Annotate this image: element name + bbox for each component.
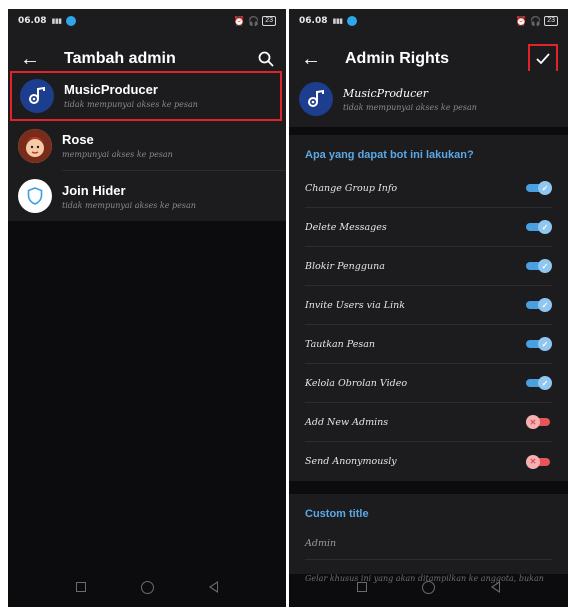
permissions-section: Apa yang dapat bot ini lakukan? Change G… [289,135,568,481]
check-icon: ✓ [538,220,552,234]
status-bar: 06.08 ▮▮▮ ⏰ 🎧 23 [289,9,568,33]
status-bar: 06.08 ▮▮▮ ⏰ 🎧 23 [8,9,286,33]
headphones-icon: 🎧 [529,15,542,26]
permission-label: Tautkan Pesan [305,338,376,350]
permission-toggle[interactable]: ✕ [526,415,552,429]
check-icon: ✓ [538,376,552,390]
permission-label: Send Anonymously [305,456,397,467]
signal-icon: ▮▮▮ [51,18,62,25]
list-item-musicproducer[interactable]: MusicProducer tidak mempunyai akses ke p… [10,71,282,121]
left-screen: 06.08 ▮▮▮ ⏰ 🎧 23 ← Tambah admin MusicPro… [8,9,286,607]
battery-icon: 23 [262,16,276,26]
list-item-rose[interactable]: Rose mempunyai akses ke pesan [8,121,286,171]
custom-title-input[interactable]: Admin [305,528,552,560]
item-name: Join Hider [62,182,126,198]
cross-icon: ✕ [526,454,540,469]
check-icon: ✓ [538,181,552,195]
custom-title-heading: Custom title [305,508,369,520]
item-subtitle: tidak mempunyai akses ke pesan [64,100,198,109]
permission-label: Add New Admins [305,416,389,428]
home-button[interactable] [140,580,154,594]
permission-toggle[interactable]: ✓ [526,259,552,273]
system-nav-bar [289,567,568,607]
alarm-icon: ⏰ [515,15,527,26]
system-nav-bar [8,567,286,607]
check-icon: ✓ [538,337,552,351]
back-arrow-icon[interactable]: ← [289,48,333,71]
shield-icon [18,179,52,213]
permission-label: Change Group Info [305,182,398,194]
rose-avatar-icon [18,129,52,163]
permission-row[interactable]: Invite Users via Link ✓ [305,286,552,325]
check-icon: ✓ [538,298,552,312]
headphones-icon: 🎧 [247,15,260,26]
permission-label: Delete Messages [305,221,387,233]
section-title: Apa yang dapat bot ini lakukan? [305,149,474,161]
item-name: Rose [62,132,94,147]
permission-toggle[interactable]: ✓ [526,298,552,312]
home-button[interactable] [422,580,436,594]
telegram-notification-icon [346,16,357,26]
back-arrow-icon[interactable]: ← [8,48,52,71]
back-button[interactable] [491,581,501,593]
permission-label: Kelola Obrolan Video [305,377,408,389]
music-note-icon [299,82,333,116]
permission-toggle[interactable]: ✓ [526,220,552,234]
music-note-icon [20,79,54,113]
item-name: MusicProducer [64,82,158,97]
permission-toggle[interactable]: ✓ [526,337,552,351]
permission-toggle[interactable]: ✓ [526,376,552,390]
check-icon: ✓ [538,259,552,273]
right-screen: 06.08 ▮▮▮ ⏰ 🎧 23 ← Admin Rights MusicPro… [289,9,568,607]
custom-title-section: Custom title Admin [289,494,568,574]
bot-name: MusicProducer [343,86,429,100]
permission-row[interactable]: Delete Messages ✓ [305,208,552,247]
page-title: Tambah admin [64,50,176,67]
status-time: 06.08 [18,16,47,26]
bot-subtitle: tidak mempunyai akses ke pesan [343,102,477,112]
permission-row[interactable]: Kelola Obrolan Video ✓ [305,364,552,403]
permission-toggle[interactable]: ✕ [526,454,552,469]
recents-button[interactable] [356,582,367,592]
cross-icon: ✕ [526,415,540,429]
battery-icon: 23 [544,16,558,26]
item-subtitle: mempunyai akses ke pesan [62,150,173,159]
confirm-check-icon[interactable] [528,44,558,74]
telegram-notification-icon [65,16,76,26]
permission-row[interactable]: Send Anonymously ✕ [305,442,552,481]
permission-row[interactable]: Blokir Pengguna ✓ [305,247,552,286]
list-item-join-hider[interactable]: Join Hider tidak mempunyai akses ke pesa… [8,171,286,221]
back-button[interactable] [209,581,219,593]
permission-row[interactable]: Change Group Info ✓ [305,169,552,208]
bot-card: MusicProducer tidak mempunyai akses ke p… [289,71,568,127]
alarm-icon: ⏰ [233,15,245,26]
permission-label: Invite Users via Link [305,299,405,311]
recents-button[interactable] [75,582,86,592]
permission-toggle[interactable]: ✓ [526,181,552,195]
permission-row[interactable]: Add New Admins ✕ [305,403,552,442]
status-time: 06.08 [299,16,328,26]
signal-icon: ▮▮▮ [332,18,343,25]
permissions-list: Change Group Info ✓ Delete Messages ✓ Blokir… [289,169,568,481]
item-subtitle: tidak mempunyai akses ke pesan [62,200,196,210]
permission-label: Blokir Pengguna [305,260,385,272]
permission-row[interactable]: Tautkan Pesan ✓ [305,325,552,364]
member-list: MusicProducer tidak mempunyai akses ke p… [8,71,286,221]
page-title: Admin Rights [345,50,449,67]
